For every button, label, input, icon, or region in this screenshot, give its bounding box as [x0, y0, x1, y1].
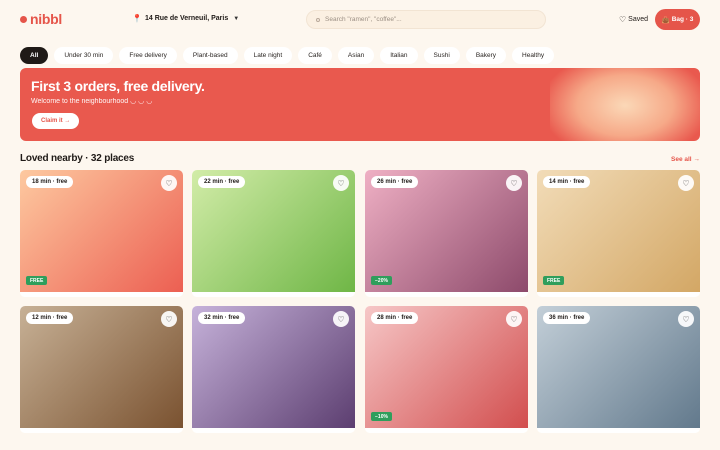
- restaurant-card[interactable]: 32 min · free ♡: [192, 306, 355, 433]
- search-icon: [316, 17, 320, 22]
- saved-link[interactable]: ♡ Saved: [619, 15, 648, 24]
- delivery-time-pill: 12 min · free: [26, 312, 74, 324]
- filter-chip-plant-based[interactable]: Plant-based: [182, 47, 238, 64]
- delivery-time-pill: 22 min · free: [198, 176, 246, 188]
- card-footer: [192, 428, 355, 433]
- favorite-heart-icon[interactable]: ♡: [333, 311, 349, 327]
- card-image: [20, 306, 183, 428]
- section-title: Loved nearby · 32 places: [20, 153, 135, 164]
- saved-label: Saved: [628, 16, 649, 23]
- logo-text: nibbl: [30, 11, 62, 27]
- filter-chip-italian[interactable]: Italian: [380, 47, 418, 64]
- top-bar: nibbl 📍 14 Rue de Verneuil, Paris ▼ ♡ Sa…: [0, 0, 720, 38]
- filter-chips: All Under 30 min Free delivery Plant-bas…: [20, 47, 555, 64]
- restaurant-card[interactable]: 18 min · free ♡ FREE: [20, 170, 183, 297]
- card-image: [365, 170, 528, 292]
- restaurant-card[interactable]: 14 min · free ♡ FREE: [537, 170, 700, 297]
- delivery-time-pill: 26 min · free: [371, 176, 419, 188]
- card-image: [537, 170, 700, 292]
- card-footer: [537, 428, 700, 433]
- filter-chip-sushi[interactable]: Sushi: [423, 47, 460, 64]
- delivery-time-pill: 32 min · free: [198, 312, 246, 324]
- card-image: [20, 170, 183, 292]
- favorite-heart-icon[interactable]: ♡: [506, 175, 522, 191]
- promo-badge: FREE: [26, 276, 48, 285]
- banner-subtitle: Welcome to the neighbourhood ◡ ◡ ◡: [31, 98, 153, 105]
- card-footer: [365, 428, 528, 433]
- favorite-heart-icon[interactable]: ♡: [333, 175, 349, 191]
- see-all-link[interactable]: See all →: [671, 156, 700, 163]
- search-input[interactable]: [325, 16, 525, 23]
- chevron-down-icon: ▼: [233, 15, 240, 22]
- delivery-time-pill: 36 min · free: [543, 312, 591, 324]
- filter-chip-all[interactable]: All: [20, 47, 49, 64]
- banner-glow: [550, 68, 700, 141]
- restaurant-card[interactable]: 36 min · free ♡: [537, 306, 700, 433]
- promo-badge: −20%: [371, 276, 392, 285]
- pin-icon: 📍: [132, 14, 142, 23]
- promo-badge: FREE: [543, 276, 565, 285]
- bag-icon: 👜: [661, 16, 670, 24]
- filter-chip-healthy[interactable]: Healthy: [512, 47, 555, 64]
- filter-chip-bakery[interactable]: Bakery: [465, 47, 507, 64]
- restaurant-card[interactable]: 22 min · free ♡: [192, 170, 355, 297]
- delivery-time-pill: 18 min · free: [26, 176, 74, 188]
- location-selector[interactable]: 📍 14 Rue de Verneuil, Paris ▼: [132, 14, 239, 23]
- card-image: [365, 306, 528, 428]
- restaurant-card[interactable]: 12 min · free ♡: [20, 306, 183, 433]
- promo-banner: First 3 orders, free delivery. Welcome t…: [20, 68, 700, 141]
- restaurant-card[interactable]: 26 min · free ♡ −20%: [365, 170, 528, 297]
- card-footer: [20, 428, 183, 433]
- banner-title: First 3 orders, free delivery.: [31, 78, 205, 94]
- card-image: [537, 306, 700, 428]
- filter-chip-cafe[interactable]: Café: [298, 47, 332, 64]
- search-bar[interactable]: [306, 10, 546, 29]
- card-footer: [537, 292, 700, 297]
- card-footer: [20, 292, 183, 297]
- heart-icon: ♡: [619, 15, 627, 24]
- card-footer: [192, 292, 355, 297]
- delivery-time-pill: 14 min · free: [543, 176, 591, 188]
- logo[interactable]: nibbl: [20, 11, 62, 27]
- location-label: 14 Rue de Verneuil, Paris: [144, 15, 229, 22]
- filter-chip-late-night[interactable]: Late night: [243, 47, 293, 64]
- bag-label: Bag · 3: [671, 16, 694, 23]
- filter-chip-free-delivery[interactable]: Free delivery: [119, 47, 177, 64]
- card-image: [192, 306, 355, 428]
- favorite-heart-icon[interactable]: ♡: [161, 311, 177, 327]
- favorite-heart-icon[interactable]: ♡: [506, 311, 522, 327]
- favorite-heart-icon[interactable]: ♡: [678, 175, 694, 191]
- delivery-time-pill: 28 min · free: [371, 312, 419, 324]
- card-image: [192, 170, 355, 292]
- filter-chip-under-30[interactable]: Under 30 min: [54, 47, 114, 64]
- promo-badge: −10%: [371, 412, 392, 421]
- card-footer: [365, 292, 528, 297]
- filter-chip-asian[interactable]: Asian: [337, 47, 375, 64]
- bag-button[interactable]: 👜 Bag · 3: [655, 9, 700, 30]
- claim-button[interactable]: Claim it →: [32, 113, 80, 129]
- logo-dot-icon: [20, 15, 27, 23]
- favorite-heart-icon[interactable]: ♡: [161, 175, 177, 191]
- restaurant-card[interactable]: 28 min · free ♡ −10%: [365, 306, 528, 433]
- favorite-heart-icon[interactable]: ♡: [678, 311, 694, 327]
